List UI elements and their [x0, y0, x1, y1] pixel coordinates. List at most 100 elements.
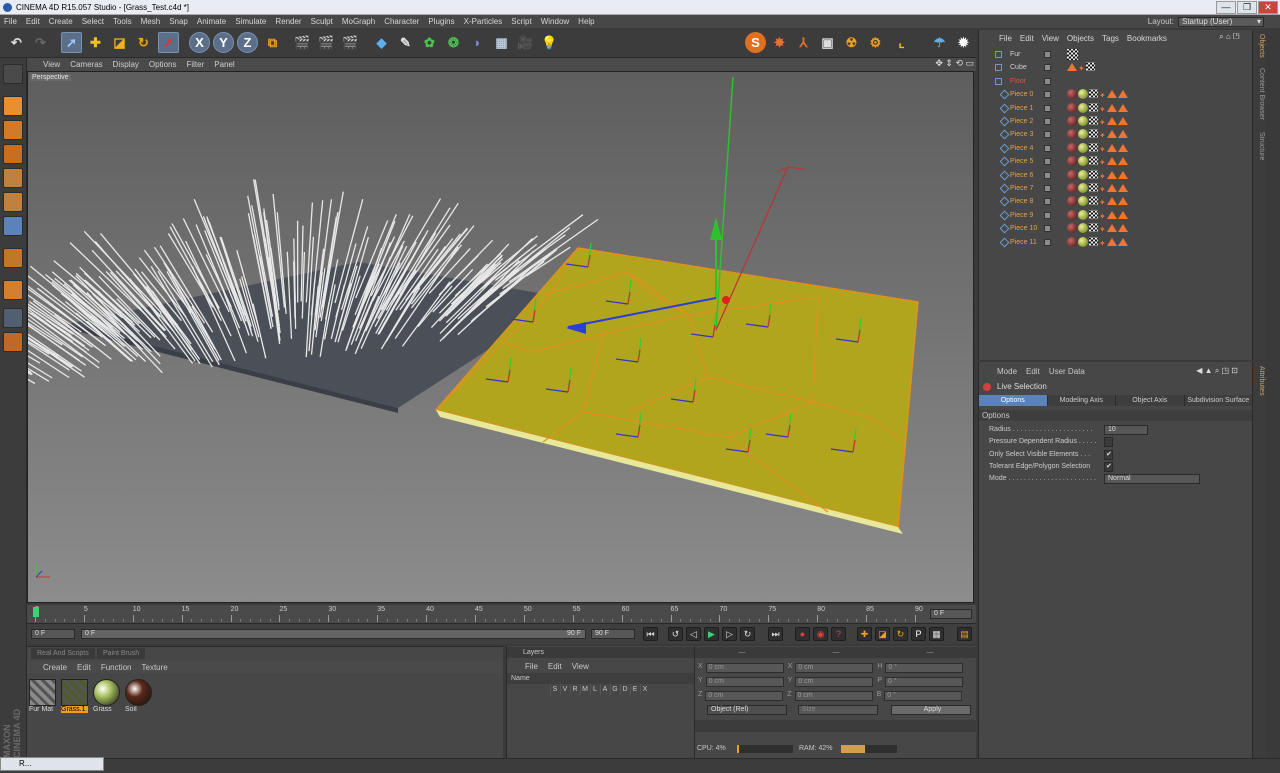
- object-row-fur[interactable]: Fur: [979, 48, 1267, 61]
- timeline-ruler[interactable]: 051015202530354045505560657075808590 0 F: [27, 605, 976, 624]
- size-mode-dropdown[interactable]: Size: [798, 705, 878, 715]
- viewport-menu-panel[interactable]: Panel: [214, 60, 234, 69]
- object-menu-view[interactable]: View: [1042, 34, 1059, 43]
- polygon-selection-tag[interactable]: [1106, 117, 1117, 125]
- material-grass[interactable]: Grass: [93, 679, 120, 715]
- material-tab-paint[interactable]: Paint Brush: [97, 648, 146, 659]
- render-view-icon[interactable]: 🎬: [292, 32, 313, 53]
- recent-tool-icon[interactable]: ➚: [158, 32, 179, 53]
- redo-icon[interactable]: ↷: [30, 32, 51, 53]
- menu-character[interactable]: Character: [384, 17, 419, 26]
- object-name[interactable]: Piece 8: [1010, 195, 1033, 208]
- maximize-button[interactable]: ❐: [1237, 1, 1257, 14]
- autokey-icon[interactable]: ◉: [813, 627, 828, 641]
- soil-material-tag[interactable]: [1067, 89, 1077, 100]
- prev-frame-icon[interactable]: ◁: [686, 627, 701, 641]
- viewport-menu-filter[interactable]: Filter: [186, 60, 204, 69]
- texture-tag-icon[interactable]: [1089, 223, 1098, 233]
- visibility-toggle[interactable]: [1044, 144, 1051, 152]
- menu-sculpt[interactable]: Sculpt: [311, 17, 333, 26]
- menu-window[interactable]: Window: [541, 17, 569, 26]
- polygon-selection-tag[interactable]: [1106, 170, 1117, 179]
- menu-render[interactable]: Render: [275, 17, 301, 26]
- side-tab-content-browser[interactable]: Content Browser: [1258, 68, 1265, 120]
- menu-script[interactable]: Script: [511, 17, 531, 26]
- coord-value-field[interactable]: 0 cm: [795, 663, 874, 673]
- menu-mograph[interactable]: MoGraph: [342, 17, 375, 26]
- soil-material-tag[interactable]: [1067, 116, 1077, 126]
- attribute-menu-edit[interactable]: Edit: [1026, 367, 1040, 376]
- soil-material-tag[interactable]: [1067, 236, 1077, 247]
- edge-selection-tag[interactable]: [1117, 170, 1128, 179]
- camera-icon[interactable]: 🎥: [515, 32, 536, 53]
- layers-menu-edit[interactable]: Edit: [548, 662, 562, 671]
- z-axis-lock-button[interactable]: Z: [237, 32, 258, 53]
- menu-simulate[interactable]: Simulate: [235, 17, 266, 26]
- object-row-cube[interactable]: Cube ✦: [979, 61, 1267, 74]
- grass-material-tag[interactable]: [1078, 102, 1088, 113]
- polygons-mode-icon[interactable]: [3, 216, 23, 236]
- material-soil[interactable]: Soil: [125, 679, 152, 715]
- light-icon[interactable]: 💡: [539, 32, 560, 53]
- visibility-toggle[interactable]: [1044, 51, 1051, 58]
- object-name[interactable]: Piece 5: [1010, 155, 1033, 168]
- grass-material-tag[interactable]: [1078, 236, 1088, 247]
- grass-material-tag[interactable]: [1078, 183, 1088, 193]
- position-key-icon[interactable]: ✚: [857, 627, 872, 641]
- viewport-menu-display[interactable]: Display: [113, 60, 139, 69]
- visibility-toggle[interactable]: [1044, 77, 1051, 85]
- cube-primitive-icon[interactable]: ◆: [371, 32, 392, 53]
- visibility-toggle[interactable]: [1044, 225, 1051, 233]
- goto-start-icon[interactable]: ⏮: [643, 627, 658, 641]
- polygon-selection-tag[interactable]: [1106, 130, 1117, 139]
- nurbs-icon[interactable]: ✿: [419, 32, 440, 53]
- scale-key-icon[interactable]: ◪: [875, 627, 890, 641]
- object-row-piece-9[interactable]: Piece 9 ✦: [979, 209, 1267, 222]
- selection-tag-icon[interactable]: ✦: [1099, 103, 1106, 116]
- x-particles-emitter-icon[interactable]: ✸: [769, 32, 790, 53]
- selection-tag-icon[interactable]: ✦: [1099, 170, 1106, 183]
- selection-tag-icon[interactable]: ✦: [1078, 62, 1085, 75]
- selection-tag-icon[interactable]: ✦: [1099, 89, 1106, 102]
- edge-selection-tag[interactable]: [1117, 157, 1128, 166]
- object-row-piece-0[interactable]: Piece 0 ✦: [979, 88, 1267, 101]
- selection-tag-icon[interactable]: ✦: [1099, 143, 1106, 156]
- gear-icon[interactable]: ✹: [953, 32, 974, 53]
- edge-selection-tag[interactable]: [1117, 130, 1128, 139]
- visibility-toggle[interactable]: [1044, 91, 1051, 99]
- grass-material-tag[interactable]: [1078, 209, 1088, 220]
- viewport-menu-options[interactable]: Options: [149, 60, 177, 69]
- selection-tag-icon[interactable]: ✦: [1099, 196, 1106, 209]
- attribute-tab-modeling-axis[interactable]: Modeling Axis: [1047, 395, 1116, 406]
- object-row-piece-1[interactable]: Piece 1 ✦: [979, 102, 1267, 115]
- visibility-toggle[interactable]: [1044, 118, 1051, 125]
- array-icon[interactable]: ❂: [443, 32, 464, 53]
- apply-button[interactable]: Apply: [891, 705, 971, 715]
- edge-selection-tag[interactable]: [1117, 197, 1128, 206]
- coord-value-field[interactable]: 0 cm: [705, 663, 784, 673]
- side-tab-objects[interactable]: Objects: [1258, 34, 1265, 58]
- object-name[interactable]: Piece 9: [1010, 209, 1033, 222]
- menu-select[interactable]: Select: [82, 17, 104, 26]
- parameter-key-icon[interactable]: P: [911, 627, 926, 641]
- polygon-selection-tag[interactable]: [1106, 143, 1117, 152]
- viewport-menu-view[interactable]: View: [43, 60, 60, 69]
- soil-material-tag[interactable]: [1067, 142, 1077, 153]
- side-tab-attributes[interactable]: Attributes: [1258, 366, 1265, 396]
- lock-workplane-icon[interactable]: [3, 308, 23, 328]
- selection-tag-icon[interactable]: ✦: [1099, 183, 1106, 196]
- next-frame-icon[interactable]: ▷: [722, 627, 737, 641]
- object-name[interactable]: Piece 11: [1010, 236, 1037, 249]
- keyframe-selection-icon[interactable]: ?: [831, 627, 846, 641]
- texture-tag-icon[interactable]: [1089, 209, 1098, 219]
- edge-selection-tag[interactable]: [1117, 103, 1128, 112]
- object-row-piece-5[interactable]: Piece 5 ✦: [979, 155, 1267, 168]
- point-level-icon[interactable]: ▦: [929, 627, 944, 641]
- object-name[interactable]: Floor: [1010, 75, 1026, 88]
- object-row-piece-4[interactable]: Piece 4 ✦: [979, 142, 1267, 155]
- edge-selection-tag[interactable]: [1117, 224, 1128, 233]
- radius-field[interactable]: 10: [1104, 425, 1148, 435]
- object-row-piece-2[interactable]: Piece 2 ✦: [979, 115, 1267, 128]
- texture-tag-icon[interactable]: [1089, 142, 1098, 152]
- object-row-floor[interactable]: Floor: [979, 75, 1267, 88]
